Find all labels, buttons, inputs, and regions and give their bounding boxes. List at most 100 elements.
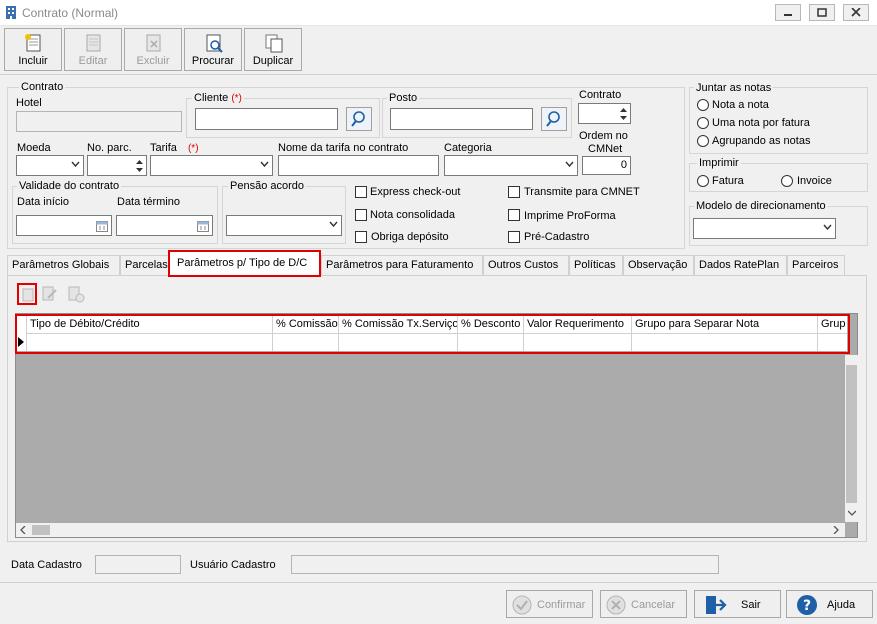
- procurar-button[interactable]: Procurar: [184, 28, 242, 71]
- data-cadastro-field: [95, 555, 181, 574]
- title-bar: Contrato (Normal): [0, 0, 877, 26]
- window-title: Contrato (Normal): [22, 6, 119, 20]
- transmite-cmnet-checkbox[interactable]: [508, 186, 520, 198]
- grid-add-button[interactable]: [17, 283, 37, 305]
- transmite-cmnet-label: Transmite para CMNET: [524, 186, 640, 198]
- tarifa-select[interactable]: [150, 155, 273, 176]
- modelo-select[interactable]: [693, 218, 836, 239]
- categoria-label: Categoria: [444, 142, 492, 154]
- cliente-search-button[interactable]: [346, 107, 372, 131]
- data-termino-input[interactable]: [116, 215, 213, 236]
- scroll-left-icon[interactable]: [20, 526, 26, 534]
- grid-edit-button[interactable]: [40, 284, 60, 304]
- duplicar-button[interactable]: Duplicar: [244, 28, 302, 71]
- uma-nota-por-fatura-label: Uma nota por fatura: [712, 117, 810, 129]
- hotel-field[interactable]: [16, 111, 182, 132]
- cliente-label: Cliente (*): [192, 92, 244, 104]
- data-inicio-label: Data início: [17, 196, 69, 208]
- tab-parametros-tipo-dc[interactable]: Parâmetros p/ Tipo de D/C: [168, 250, 321, 277]
- help-question-icon: ?: [797, 595, 817, 615]
- usuario-cadastro-field: [291, 555, 719, 574]
- data-termino-label: Data término: [117, 196, 180, 208]
- imprimir-group-title: Imprimir: [697, 157, 741, 169]
- tab-dados-rateplan[interactable]: Dados RatePlan: [694, 255, 787, 275]
- horizontal-scrollbar[interactable]: [16, 523, 845, 537]
- cancelar-button[interactable]: Cancelar: [600, 590, 687, 618]
- ajuda-button[interactable]: ? Ajuda: [786, 590, 873, 618]
- pre-cadastro-checkbox[interactable]: [508, 231, 520, 243]
- search-document-icon: [206, 34, 223, 53]
- ordem-label-line1: Ordem no: [579, 130, 628, 142]
- add-row-icon: [22, 288, 34, 302]
- calendar-icon[interactable]: [197, 220, 209, 232]
- imprime-proforma-label: Imprime ProForma: [524, 210, 616, 222]
- contrato-spinner[interactable]: [578, 103, 631, 124]
- noparc-spinner[interactable]: [87, 155, 147, 176]
- tab-outros-custos[interactable]: Outros Custos: [483, 255, 569, 275]
- cliente-input[interactable]: [195, 108, 338, 130]
- categoria-select[interactable]: [444, 155, 578, 176]
- tab-politicas[interactable]: Políticas: [569, 255, 623, 275]
- uma-nota-por-fatura-radio[interactable]: [697, 117, 709, 129]
- editar-button[interactable]: Editar: [64, 28, 122, 71]
- confirmar-button[interactable]: Confirmar: [506, 590, 593, 618]
- vertical-scrollbar[interactable]: [845, 355, 858, 522]
- horizontal-scroll-thumb[interactable]: [32, 525, 50, 535]
- chevron-down-icon: [823, 224, 832, 230]
- sair-button[interactable]: Sair: [694, 590, 781, 618]
- incluir-button[interactable]: Incluir: [4, 28, 62, 71]
- tab-parceiros[interactable]: Parceiros: [787, 255, 845, 275]
- tab-observacao[interactable]: Observação: [623, 255, 694, 275]
- posto-search-button[interactable]: [541, 107, 567, 131]
- close-icon: [851, 8, 861, 17]
- modelo-group-title: Modelo de direcionamento: [694, 200, 828, 212]
- tab-parcelas[interactable]: Parcelas: [120, 255, 170, 275]
- express-checkout-label: Express check-out: [370, 186, 461, 198]
- tab-parametros-globais[interactable]: Parâmetros Globais: [7, 255, 120, 275]
- maximize-button[interactable]: [809, 4, 835, 21]
- chevron-down-icon: [565, 161, 574, 167]
- obriga-deposito-label: Obriga depósito: [371, 231, 449, 243]
- nota-consolidada-checkbox[interactable]: [355, 209, 367, 221]
- calendar-icon[interactable]: [96, 220, 108, 232]
- edit-row-icon: [42, 286, 57, 301]
- express-checkout-checkbox[interactable]: [355, 186, 367, 198]
- scroll-right-icon[interactable]: [833, 526, 839, 534]
- grid-delete-button[interactable]: [66, 284, 86, 304]
- edit-document-icon: [86, 34, 101, 52]
- search-icon: [546, 111, 560, 127]
- nota-a-nota-label: Nota a nota: [712, 99, 769, 111]
- spinner-arrows-icon[interactable]: [619, 105, 628, 123]
- moeda-select[interactable]: [16, 155, 84, 176]
- ordem-cmnet-input[interactable]: 0: [582, 156, 631, 175]
- posto-input[interactable]: [390, 108, 533, 130]
- nome-tarifa-input[interactable]: [278, 155, 439, 176]
- scroll-down-icon[interactable]: [848, 510, 856, 516]
- pensao-select[interactable]: [226, 215, 342, 236]
- obriga-deposito-checkbox[interactable]: [355, 231, 367, 243]
- imprime-proforma-checkbox[interactable]: [508, 209, 520, 221]
- excluir-button[interactable]: Excluir: [124, 28, 182, 71]
- new-document-icon: [25, 34, 41, 52]
- moeda-label: Moeda: [17, 142, 51, 154]
- agrupando-as-notas-label: Agrupando as notas: [712, 135, 811, 147]
- agrupando-as-notas-radio[interactable]: [697, 135, 709, 147]
- nota-a-nota-radio[interactable]: [697, 99, 709, 111]
- vertical-scroll-thumb[interactable]: [846, 365, 857, 503]
- exit-door-icon: [706, 596, 727, 614]
- contrato-label: Contrato: [579, 89, 622, 101]
- grid-header-highlight: [15, 314, 850, 354]
- delete-document-icon: [146, 34, 161, 52]
- confirm-check-icon: [512, 595, 532, 615]
- data-cadastro-label: Data Cadastro: [11, 559, 82, 571]
- fatura-label: Fatura: [712, 175, 744, 187]
- tarifa-required-marker: (*): [187, 143, 199, 154]
- tab-parametros-faturamento[interactable]: Parâmetros para Faturamento: [321, 255, 483, 275]
- fatura-radio[interactable]: [697, 175, 709, 187]
- close-button[interactable]: [843, 4, 869, 21]
- pensao-group-title: Pensão acordo: [228, 180, 306, 192]
- data-inicio-input[interactable]: [16, 215, 112, 236]
- spinner-arrows-icon[interactable]: [135, 157, 144, 175]
- invoice-radio[interactable]: [781, 175, 793, 187]
- minimize-button[interactable]: [775, 4, 801, 21]
